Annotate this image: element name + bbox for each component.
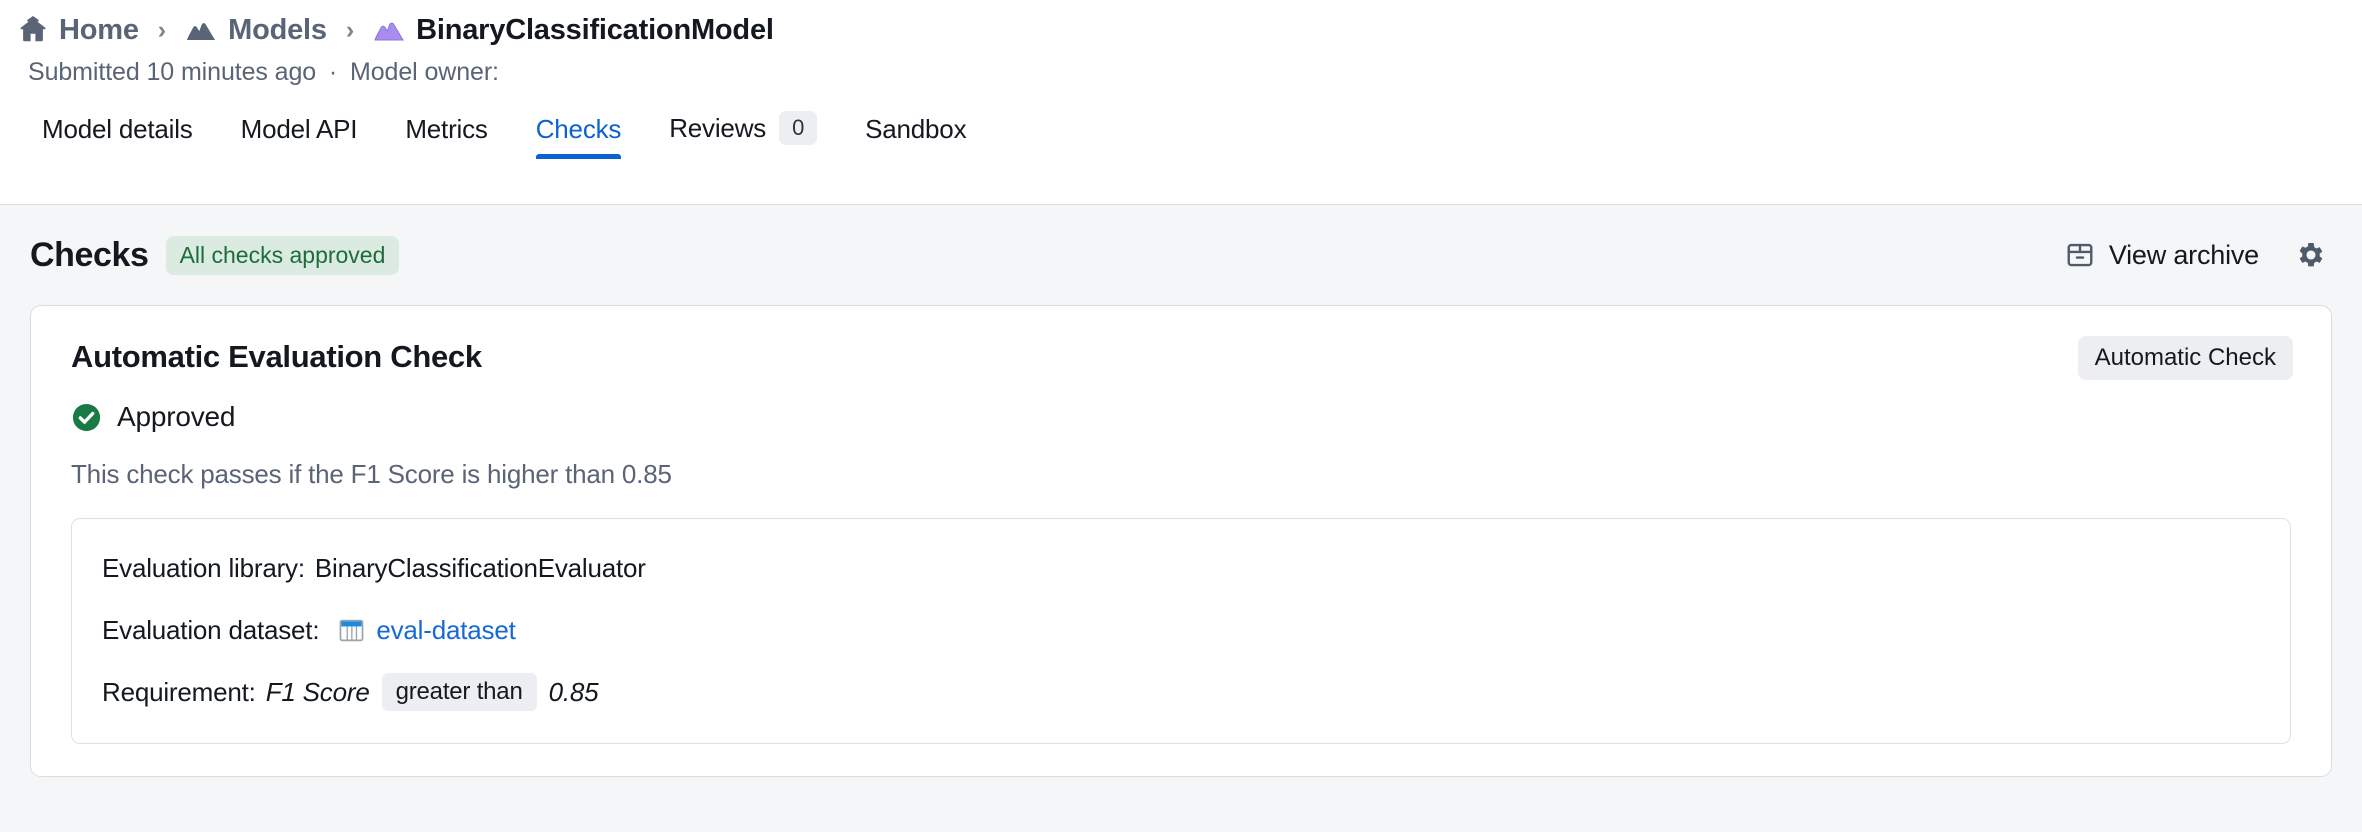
tab-metrics[interactable]: Metrics	[381, 114, 511, 159]
evaluation-dataset-link[interactable]: eval-dataset	[376, 615, 515, 646]
submitted-timestamp: Submitted 10 minutes ago	[28, 58, 317, 86]
tab-model-details[interactable]: Model details	[18, 114, 217, 159]
check-title: Automatic Evaluation Check	[71, 339, 482, 374]
tab-sandbox[interactable]: Sandbox	[841, 114, 990, 159]
tab-label: Checks	[535, 114, 622, 144]
model-owner-label: Model owner:	[350, 58, 499, 86]
check-status-label: Approved	[117, 401, 236, 432]
breadcrumb-item-models[interactable]: Models	[185, 14, 327, 47]
tab-label: Sandbox	[865, 114, 967, 144]
settings-button[interactable]	[2295, 239, 2327, 271]
evaluation-library-label: Evaluation library:	[102, 552, 305, 583]
breadcrumb-label-models: Models	[228, 13, 327, 46]
view-archive-label: View archive	[2108, 239, 2259, 270]
check-description: This check passes if the F1 Score is hig…	[71, 459, 672, 489]
requirement-label: Requirement:	[102, 676, 256, 707]
tab-checks[interactable]: Checks	[512, 114, 646, 159]
evaluation-library-value: BinaryClassificationEvaluator	[314, 552, 646, 583]
status-badge: All checks approved	[165, 235, 400, 275]
breadcrumb-label-home: Home	[59, 13, 139, 46]
breadcrumb-separator: ›	[345, 15, 355, 44]
model-meta-line: Submitted 10 minutes ago · Model owner:	[0, 46, 2362, 87]
detail-row-evaluation-library: Evaluation library: BinaryClassification…	[102, 545, 2260, 591]
tab-bar: Model details Model API Metrics Checks R…	[0, 87, 2362, 159]
breadcrumb-label-current-model: BinaryClassificationModel	[416, 13, 774, 46]
table-dataset-icon	[338, 617, 365, 644]
gear-icon	[2295, 239, 2327, 271]
detail-row-requirement: Requirement: F1 Score greater than 0.85	[102, 669, 2260, 715]
tab-label: Reviews	[669, 112, 767, 143]
check-type-chip: Automatic Check	[2077, 336, 2293, 380]
check-card: Automatic Check Automatic Evaluation Che…	[30, 305, 2332, 777]
tab-label: Model API	[240, 114, 358, 144]
home-icon	[18, 15, 48, 45]
breadcrumb-item-home[interactable]: Home	[18, 14, 139, 47]
check-circle-icon	[71, 402, 102, 433]
view-archive-button[interactable]: View archive	[2065, 240, 2259, 271]
checks-section: Checks All checks approved View archive	[0, 205, 2362, 777]
model-mountain-purple-icon	[373, 15, 405, 45]
breadcrumb-item-current-model: BinaryClassificationModel	[373, 14, 774, 47]
requirement-threshold: 0.85	[548, 676, 599, 707]
breadcrumb-separator: ›	[157, 15, 167, 44]
tab-model-api[interactable]: Model API	[217, 114, 382, 159]
check-detail-box: Evaluation library: BinaryClassification…	[71, 518, 2291, 744]
detail-row-evaluation-dataset: Evaluation dataset: eval-dataset	[102, 607, 2260, 653]
requirement-operator-chip: greater than	[381, 673, 537, 711]
tab-label: Metrics	[405, 114, 488, 144]
tab-label: Model details	[42, 114, 193, 144]
page-title: Checks	[30, 235, 149, 274]
checks-section-header: Checks All checks approved View archive	[30, 205, 2332, 305]
model-mountain-icon	[185, 15, 217, 45]
evaluation-dataset-label: Evaluation dataset:	[102, 614, 320, 645]
tab-reviews[interactable]: Reviews 0	[645, 111, 841, 159]
breadcrumb: Home › Models › BinaryClassificationMode…	[0, 0, 2362, 46]
check-status-row: Approved	[71, 401, 2291, 433]
archive-box-icon	[2065, 240, 2095, 270]
tab-reviews-count: 0	[779, 111, 818, 145]
meta-separator: ·	[328, 58, 338, 86]
page-header: Home › Models › BinaryClassificationMode…	[0, 0, 2362, 205]
requirement-metric: F1 Score	[265, 676, 370, 707]
